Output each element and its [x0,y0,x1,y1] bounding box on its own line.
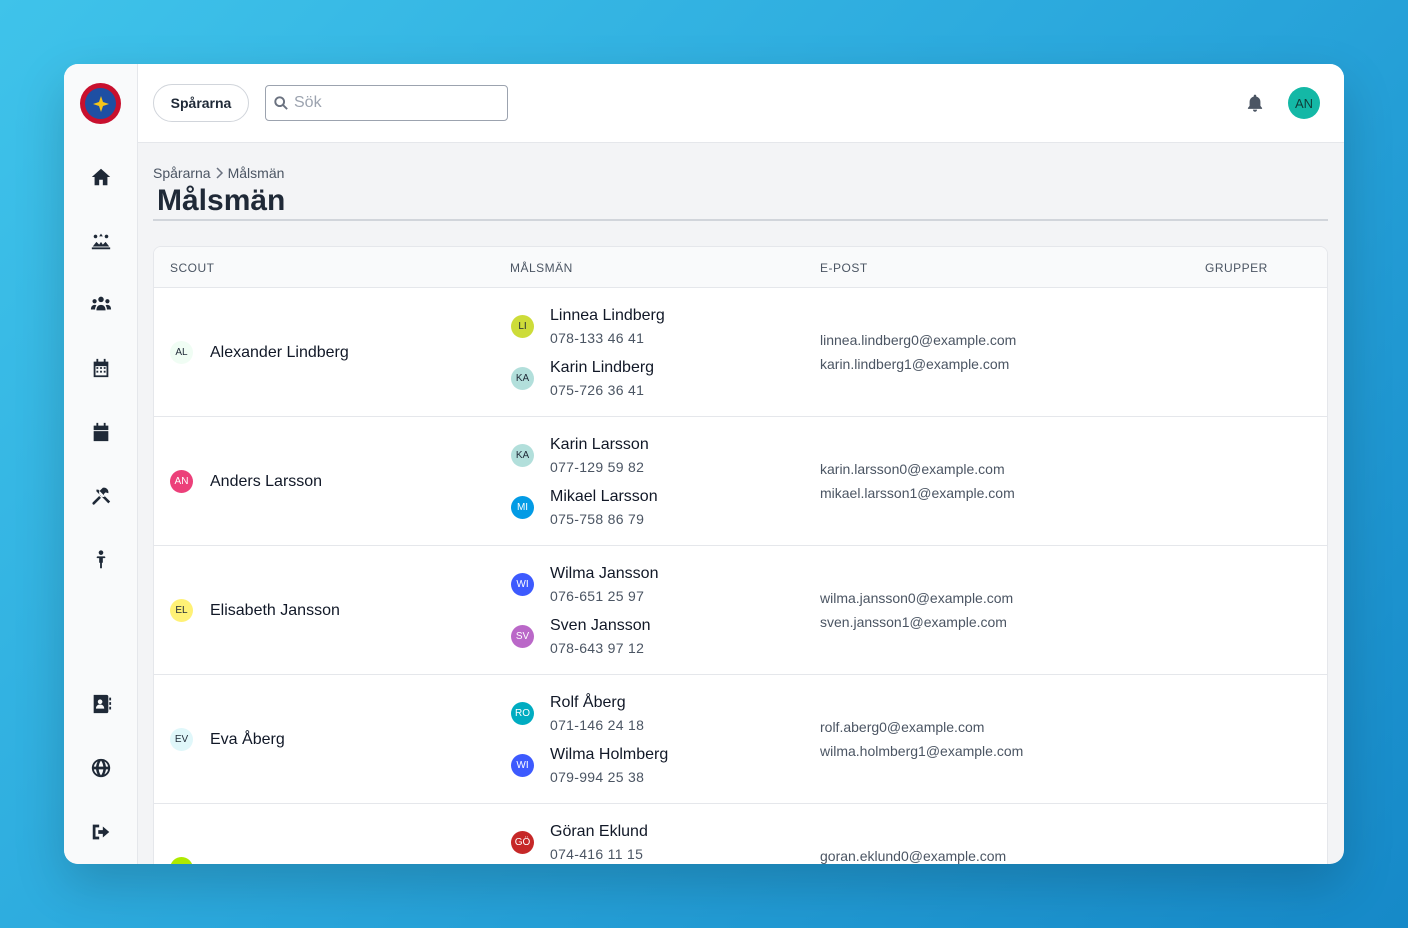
guardian-avatar: LI [511,315,534,338]
logout-icon[interactable] [88,819,113,844]
scout-avatar [170,857,193,864]
tools-icon[interactable] [88,483,113,508]
breadcrumb: Spårarna Målsmän [153,165,284,181]
scout-name[interactable]: Eva Åberg [210,731,285,749]
campfire-icon[interactable] [88,228,113,253]
address-book-icon[interactable] [88,691,113,716]
table-row[interactable]: AN Anders Larsson KA Karin Larsson 077-1… [154,417,1327,546]
guardian-name[interactable]: Wilma Jansson [550,565,658,583]
app-window: Spårarna AN Spårarna Målsmän Målsmän SCO… [64,64,1344,864]
guardian-avatar: KA [511,367,534,390]
search-box[interactable] [265,85,508,121]
guardian-email[interactable]: goran.eklund0@example.com [820,848,1006,864]
column-header-email[interactable]: E-POST [820,261,868,275]
guardian-phone: 076-651 25 97 [550,588,645,604]
guardian-email[interactable]: karin.larsson0@example.com [820,461,1005,477]
guardian-name[interactable]: Linnea Lindberg [550,307,665,325]
breadcrumb-parent-link[interactable]: Spårarna [153,165,211,181]
guardian-phone: 077-129 59 82 [550,459,645,475]
guardian-name[interactable]: Rolf Åberg [550,694,626,712]
scout-avatar: AL [170,341,193,364]
guardian-avatar: WI [511,573,534,596]
table-row[interactable]: EL Elisabeth Jansson WI Wilma Jansson 07… [154,546,1327,675]
scout-name[interactable]: Anders Larsson [210,473,322,491]
guardian-email[interactable]: karin.lindberg1@example.com [820,356,1009,372]
topbar: Spårarna AN [138,64,1344,143]
scout-avatar: EV [170,728,193,751]
guardian-name[interactable]: Göran Eklund [550,823,648,841]
notifications-bell-icon[interactable] [1245,92,1265,114]
column-header-scout[interactable]: SCOUT [170,261,215,275]
guardian-avatar: KA [511,444,534,467]
home-icon[interactable] [88,164,113,189]
guardian-name[interactable]: Wilma Holmberg [550,746,668,764]
table-row[interactable]: EV Eva Åberg RO Rolf Åberg 071-146 24 18… [154,675,1327,804]
guardian-name[interactable]: Karin Lindberg [550,359,654,377]
users-icon[interactable] [88,291,113,316]
guardian-phone: 078-643 97 12 [550,640,645,656]
guardian-email[interactable]: mikael.larsson1@example.com [820,485,1015,501]
column-header-groups[interactable]: GRUPPER [1205,261,1268,275]
guardian-name[interactable]: Mikael Larsson [550,488,658,506]
column-header-guardians[interactable]: MÅLSMÄN [510,261,573,275]
globe-icon[interactable] [88,755,113,780]
guardian-avatar: GÖ [511,831,534,854]
scout-avatar: EL [170,599,193,622]
user-avatar[interactable]: AN [1288,87,1320,119]
table-header: SCOUT MÅLSMÄN E-POST GRUPPER [154,247,1327,288]
scout-name[interactable]: Elisabeth Jansson [210,602,340,620]
calendar-icon[interactable] [88,419,113,444]
title-divider [153,219,1328,221]
guardian-avatar: MI [511,496,534,519]
guardian-email[interactable]: sven.jansson1@example.com [820,614,1007,630]
search-input[interactable] [294,94,494,112]
guardian-avatar: RO [511,702,534,725]
org-switch-button[interactable]: Spårarna [153,84,249,122]
breadcrumb-current: Målsmän [227,165,285,181]
guardian-avatar: WI [511,754,534,777]
guardian-phone: 078-133 46 41 [550,330,645,346]
guardian-avatar: SV [511,625,534,648]
scout-name[interactable]: Alexander Lindberg [210,344,349,362]
guardian-email[interactable]: rolf.aberg0@example.com [820,719,984,735]
scout-avatar: AN [170,470,193,493]
sidebar [64,64,138,864]
chevron-right-icon [215,167,224,179]
guardian-name[interactable]: Karin Larsson [550,436,649,454]
guardian-email[interactable]: wilma.jansson0@example.com [820,590,1013,606]
calendar-grid-icon[interactable] [88,355,113,380]
org-logo-icon[interactable] [80,83,121,124]
guardian-email[interactable]: wilma.holmberg1@example.com [820,743,1023,759]
guardian-phone: 075-726 36 41 [550,382,645,398]
guardian-name[interactable]: Sven Jansson [550,617,651,635]
guardian-phone: 075-758 86 79 [550,511,645,527]
guardian-phone: 074-416 11 15 [550,846,644,862]
child-icon[interactable] [88,547,113,572]
guardian-email[interactable]: linnea.lindberg0@example.com [820,332,1016,348]
guardian-phone: 071-146 24 18 [550,717,645,733]
guardian-phone: 079-994 25 38 [550,769,645,785]
page-title: Målsmän [157,184,286,217]
search-icon [274,96,288,110]
table-row[interactable]: AL Alexander Lindberg LI Linnea Lindberg… [154,288,1327,417]
table-row[interactable]: GÖ Göran Eklund 074-416 11 15 goran.eklu… [154,804,1327,864]
guardians-table: SCOUT MÅLSMÄN E-POST GRUPPER AL Alexande… [153,246,1328,864]
